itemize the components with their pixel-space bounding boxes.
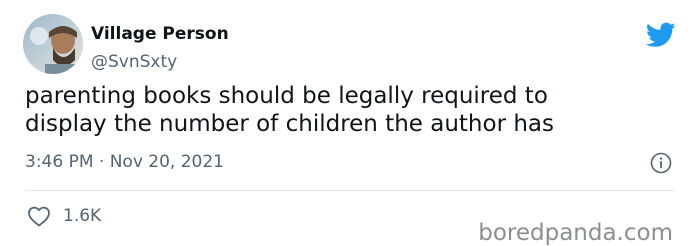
tweet-text-line: parenting books should be legally requir… [25,83,548,109]
twitter-bird-icon[interactable] [646,22,676,48]
tweet-timestamp[interactable]: 3:46 PM · Nov 20, 2021 [25,152,224,172]
avatar[interactable] [23,14,83,74]
like-button[interactable]: 1.6K [27,205,101,227]
heart-icon [28,206,50,227]
watermark: boredpanda.com [478,220,673,246]
avatar-image [23,14,83,74]
info-icon[interactable] [650,152,672,174]
like-count: 1.6K [63,206,102,226]
divider [25,190,675,191]
tweet-text: parenting books should be legally requir… [25,82,685,138]
author-handle[interactable]: @SvnSxty [91,52,177,72]
tweet-text-line: display the number of children the autho… [25,111,554,137]
author-name[interactable]: Village Person [91,24,229,44]
